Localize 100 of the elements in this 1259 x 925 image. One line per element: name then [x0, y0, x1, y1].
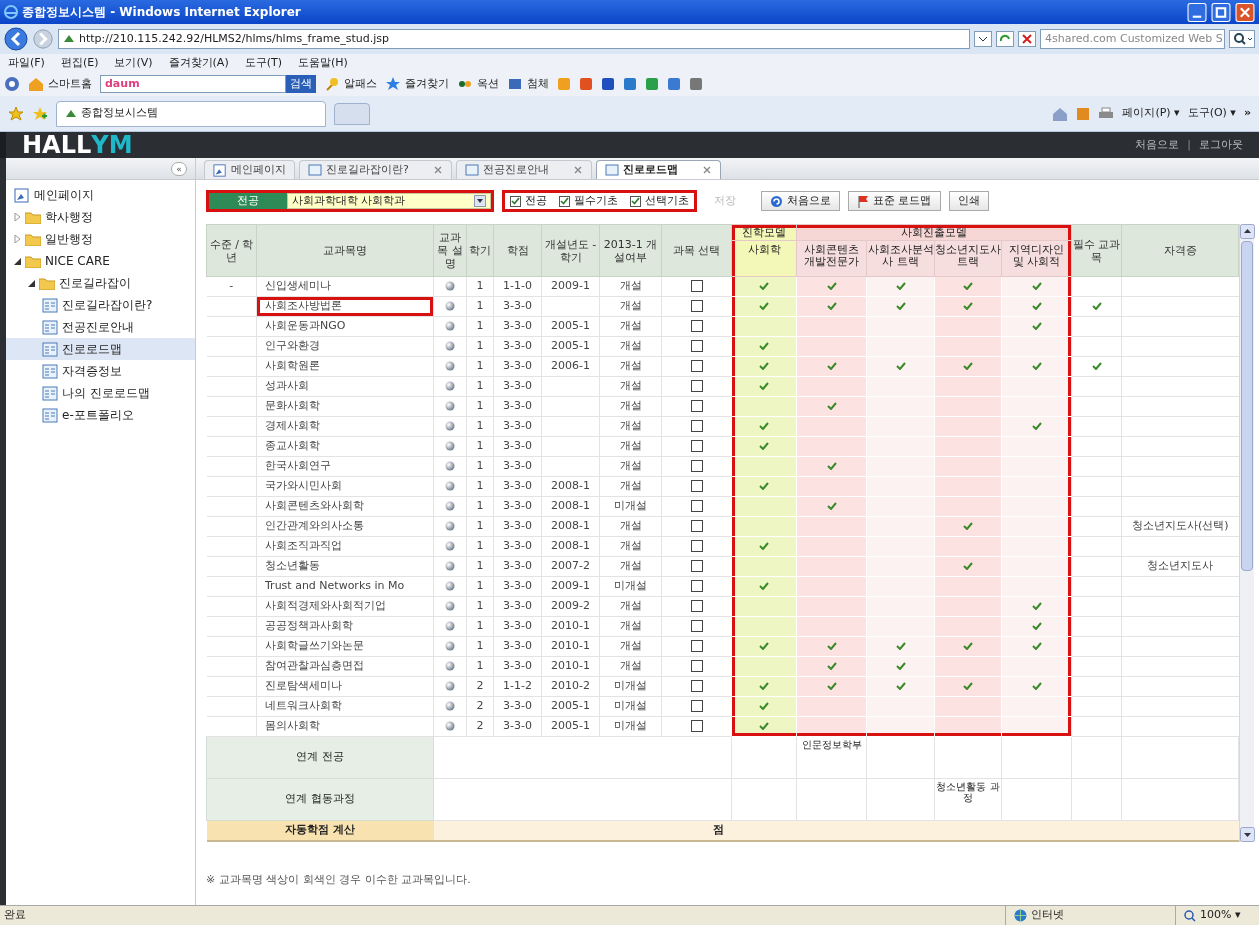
tab[interactable]: 전공진로안내 — [455, 160, 592, 179]
home-button[interactable]: 스마트홈 — [28, 75, 92, 93]
ball-icon[interactable] — [445, 361, 455, 372]
ball-icon[interactable] — [445, 621, 455, 632]
chevron-button[interactable]: » — [1243, 105, 1251, 122]
checkbox[interactable] — [690, 640, 703, 653]
checkbox[interactable] — [690, 720, 703, 733]
minimize-icon[interactable] — [1187, 2, 1207, 22]
search-icon[interactable] — [1229, 30, 1255, 48]
feed-icon[interactable] — [1076, 106, 1091, 121]
checkbox[interactable] — [690, 300, 703, 313]
daum-search-field[interactable]: daum — [100, 75, 286, 93]
ball-icon[interactable] — [445, 321, 455, 332]
checkbox[interactable] — [690, 540, 703, 553]
menu-item[interactable]: 도움말(H) — [298, 54, 348, 72]
tree-item[interactable]: 진로길라잡이 — [6, 272, 195, 294]
ball-icon[interactable] — [445, 541, 455, 552]
checkbox[interactable] — [559, 195, 570, 207]
menu-item[interactable]: 편집(E) — [60, 54, 99, 72]
checkbox[interactable] — [690, 560, 703, 573]
stop-icon[interactable] — [1018, 31, 1036, 47]
checkbox[interactable] — [690, 460, 703, 473]
ball-icon[interactable] — [445, 481, 455, 492]
tree-item[interactable]: 메인페이지 — [6, 184, 195, 206]
checkbox[interactable] — [690, 320, 703, 333]
tree-item[interactable]: 학사행정 — [6, 206, 195, 228]
command-menu[interactable]: 페이지(P) ▾ — [1122, 105, 1180, 122]
checkbox[interactable] — [690, 620, 703, 633]
tab[interactable]: 진로로드맵 — [595, 160, 721, 179]
tree-item[interactable]: NICE CARE — [6, 250, 195, 272]
checkbox[interactable] — [690, 500, 703, 513]
ball-icon[interactable] — [445, 581, 455, 592]
ball-icon[interactable] — [445, 441, 455, 452]
tree-item[interactable]: 자격증정보 — [6, 360, 195, 382]
checkbox[interactable] — [690, 660, 703, 673]
tree-item[interactable]: e-포트폴리오 — [6, 404, 195, 426]
menu-item[interactable]: 즐겨찾기(A) — [168, 54, 229, 72]
search-field[interactable]: 4shared.com Customized Web S — [1040, 29, 1225, 49]
toolbar-link[interactable]: 첨체 — [507, 75, 549, 93]
collapse-button[interactable]: « — [171, 161, 187, 176]
header-link[interactable]: 로그아웃 — [1199, 136, 1243, 154]
scroll-down-icon[interactable] — [1240, 826, 1255, 842]
checkbox[interactable] — [690, 420, 703, 433]
checkbox[interactable] — [690, 700, 703, 713]
checkbox[interactable] — [690, 400, 703, 413]
ball-icon[interactable] — [445, 281, 455, 292]
toolbar-link[interactable]: 알패스 — [324, 75, 377, 93]
ball-icon[interactable] — [445, 301, 455, 312]
toolbar-button[interactable]: 표준 로드맵 — [848, 191, 941, 211]
favorites-star-icon[interactable] — [8, 105, 24, 122]
ball-icon[interactable] — [445, 421, 455, 432]
checkbox-option[interactable]: 필수기초 — [559, 192, 618, 210]
checkbox[interactable] — [630, 195, 641, 207]
collapsed-icon[interactable] — [14, 213, 21, 221]
toolbar-icon[interactable] — [601, 77, 615, 91]
collapsed-icon[interactable] — [14, 235, 21, 243]
expanded-icon[interactable] — [28, 279, 35, 287]
checkbox[interactable] — [690, 580, 703, 593]
ball-icon[interactable] — [445, 561, 455, 572]
ball-icon[interactable] — [445, 461, 455, 472]
checkbox[interactable] — [690, 680, 703, 693]
checkbox[interactable] — [690, 360, 703, 373]
toolbar-icon[interactable] — [667, 77, 681, 91]
scrollbar[interactable] — [1239, 224, 1254, 842]
menu-item[interactable]: 보기(V) — [114, 54, 153, 72]
ball-icon[interactable] — [445, 681, 455, 692]
ball-icon[interactable] — [445, 701, 455, 712]
search-button[interactable]: 검색 — [286, 75, 316, 93]
tree-item[interactable]: 나의 진로로드맵 — [6, 382, 195, 404]
toolbar-icon[interactable] — [645, 77, 659, 91]
ball-icon[interactable] — [445, 661, 455, 672]
scroll-up-icon[interactable] — [1240, 224, 1255, 239]
toolbar-icon[interactable] — [579, 77, 593, 91]
checkbox[interactable] — [690, 440, 703, 453]
header-link[interactable]: 처음으로 — [1135, 136, 1180, 154]
toolbar-link[interactable]: 옥션 — [457, 75, 499, 93]
tree-item[interactable]: 일반행정 — [6, 228, 195, 250]
toolbar-button[interactable]: 처음으로 — [761, 191, 840, 211]
close-icon[interactable] — [701, 165, 712, 175]
tab[interactable]: 메인페이지 — [204, 160, 295, 179]
home-icon[interactable] — [1052, 106, 1069, 121]
checkbox[interactable] — [690, 520, 703, 533]
checkbox[interactable] — [690, 340, 703, 353]
checkbox-option[interactable]: 선택기초 — [630, 192, 689, 210]
browser-tab[interactable]: 종합정보시스템 — [56, 100, 326, 127]
major-select[interactable]: 사회과학대학 사회학과 — [287, 193, 491, 209]
ball-icon[interactable] — [445, 501, 455, 512]
toolbar-icon[interactable] — [623, 77, 637, 91]
dropdown-icon[interactable] — [974, 31, 992, 47]
close-icon[interactable] — [572, 165, 583, 175]
globe-icon[interactable] — [4, 76, 20, 92]
toolbar-icon[interactable] — [689, 77, 703, 91]
checkbox[interactable] — [690, 280, 703, 293]
checkbox[interactable] — [690, 480, 703, 493]
expanded-icon[interactable] — [14, 257, 21, 265]
tree-item[interactable]: 진로길라잡이란? — [6, 294, 195, 316]
checkbox[interactable] — [690, 600, 703, 613]
ball-icon[interactable] — [445, 401, 455, 412]
ball-icon[interactable] — [445, 641, 455, 652]
add-favorite-icon[interactable] — [32, 105, 48, 122]
